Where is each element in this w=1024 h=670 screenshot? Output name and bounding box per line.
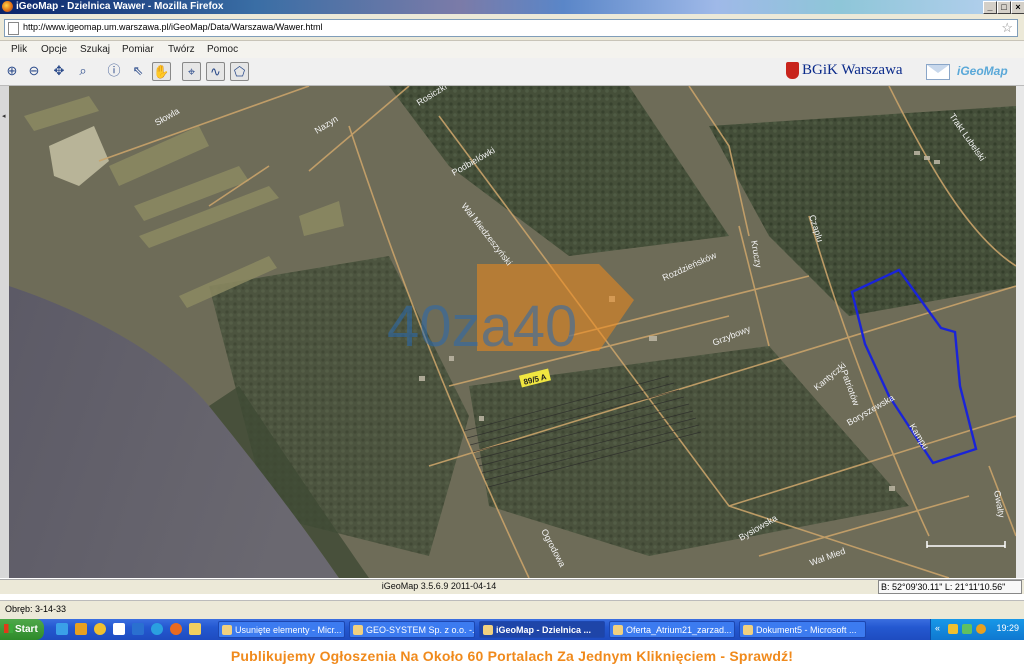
- firefox-icon: [2, 1, 13, 12]
- watermark-text: 40za40: [387, 294, 577, 359]
- menu-tworz[interactable]: Twórz: [168, 44, 195, 55]
- map-status-row: iGeoMap 3.5.6.9 2011-04-14 B: 52°09'30.1…: [0, 579, 1024, 594]
- info-icon[interactable]: ⓘ: [105, 62, 123, 80]
- quicklaunch-firefox-icon[interactable]: [170, 623, 182, 635]
- browser-status-text: Obręb: 3-14-33: [5, 604, 67, 614]
- close-button[interactable]: ×: [1011, 1, 1024, 14]
- polyline-icon[interactable]: ∿: [206, 62, 225, 81]
- quicklaunch-folder-icon[interactable]: [189, 623, 201, 635]
- quicklaunch-ie-icon[interactable]: [56, 623, 68, 635]
- tray-app-icon[interactable]: [948, 624, 958, 634]
- bookmark-star-icon[interactable]: ☆: [1001, 20, 1013, 36]
- menu-plik[interactable]: Plik: [11, 44, 27, 55]
- crosshair-icon[interactable]: ⌖: [182, 62, 201, 81]
- igeomap-logo: iGeoMap: [957, 64, 1008, 78]
- coordinates-readout: B: 52°09'30.11" L: 21°11'10.56": [878, 580, 1022, 594]
- zoom-out-icon[interactable]: ⊖: [25, 62, 43, 80]
- footer-banner[interactable]: Publikujemy Ogłoszenia Na Około 60 Porta…: [0, 641, 1024, 670]
- bgik-logo[interactable]: BGiK Warszawa: [786, 62, 903, 82]
- minimize-button[interactable]: _: [983, 1, 997, 14]
- hand-icon[interactable]: ✋: [152, 62, 171, 81]
- polygon-icon[interactable]: ⬠: [230, 62, 249, 81]
- address-bar: http://www.igeomap.um.warszawa.pl/iGeoMa…: [0, 14, 1024, 41]
- map-canvas[interactable]: 40za40 89/5 A Słowla Rosiczki Nazyn Podb…: [9, 86, 1016, 578]
- task-outlook[interactable]: Usunięte elementy - Micr...: [218, 621, 345, 638]
- page-icon: [8, 22, 19, 35]
- start-label: Start: [15, 624, 38, 635]
- tray-update-icon[interactable]: [976, 624, 986, 634]
- zoom-in-icon[interactable]: ⊕: [3, 62, 21, 80]
- mail-icon[interactable]: [926, 64, 950, 80]
- tray-network-icon[interactable]: [962, 624, 972, 634]
- task-oferta[interactable]: Oferta_Atrium21_zarzad...: [609, 621, 735, 638]
- quicklaunch-media-icon[interactable]: [94, 623, 106, 635]
- menu-bar: Plik Opcje Szukaj Pomiar Twórz Pomoc: [0, 41, 1024, 58]
- taskbar: Start Usunięte elementy - Micr... GEO-SY…: [0, 619, 1024, 640]
- version-text: iGeoMap 3.5.6.9 2011-04-14: [381, 581, 497, 591]
- windows-flag-icon: [4, 624, 13, 633]
- maximize-button[interactable]: □: [997, 1, 1011, 14]
- task-dokument5[interactable]: Dokument5 - Microsoft ...: [739, 621, 866, 638]
- menu-szukaj[interactable]: Szukaj: [80, 44, 110, 55]
- quicklaunch-skype-icon[interactable]: [151, 623, 163, 635]
- url-field[interactable]: http://www.igeomap.um.warszawa.pl/iGeoMa…: [4, 19, 1018, 37]
- quicklaunch-app-icon[interactable]: [132, 623, 144, 635]
- browser-status-bar: Obręb: 3-14-33: [0, 600, 1024, 619]
- pan-icon[interactable]: ✥: [50, 62, 68, 80]
- select-arrow-icon[interactable]: ⇖: [129, 62, 147, 80]
- right-panel: [1016, 86, 1024, 578]
- bgik-brand-text: BGiK Warszawa: [802, 62, 903, 78]
- zoom-area-icon[interactable]: ⌕: [74, 62, 92, 80]
- taskbar-clock: 19:29: [996, 623, 1019, 633]
- quicklaunch-desktop-icon[interactable]: [113, 623, 125, 635]
- menu-pomoc[interactable]: Pomoc: [207, 44, 238, 55]
- quicklaunch-explorer-icon[interactable]: [75, 623, 87, 635]
- url-text: http://www.igeomap.um.warszawa.pl/iGeoMa…: [23, 22, 323, 32]
- system-tray: « 19:29: [930, 619, 1024, 640]
- window-title: iGeoMap - Dzielnica Wawer - Mozilla Fire…: [16, 1, 224, 12]
- footer-text: Publikujemy Ogłoszenia Na Około 60 Porta…: [230, 648, 794, 664]
- menu-pomiar[interactable]: Pomiar: [122, 44, 154, 55]
- task-geo-system[interactable]: GEO-SYSTEM Sp. z o.o. -...: [349, 621, 475, 638]
- window-title-bar: iGeoMap - Dzielnica Wawer - Mozilla Fire…: [0, 0, 1024, 14]
- aerial-map[interactable]: 40za40 89/5 A Słowla Rosiczki Nazyn Podb…: [9, 86, 1016, 578]
- task-igeomap[interactable]: iGeoMap - Dzielnica ...: [479, 621, 605, 638]
- menu-opcje[interactable]: Opcje: [41, 44, 67, 55]
- panel-arrow-icon[interactable]: ◂: [2, 112, 6, 120]
- map-toolbar: ⊕ ⊖ ✥ ⌕ ⓘ ⇖ ✋ ⌖ ∿ ⬠ BGiK Warszawa iGeoMa…: [0, 58, 1024, 86]
- tray-expand-icon[interactable]: «: [935, 623, 940, 633]
- warsaw-crest-icon: [786, 62, 799, 79]
- start-button[interactable]: Start: [0, 619, 44, 640]
